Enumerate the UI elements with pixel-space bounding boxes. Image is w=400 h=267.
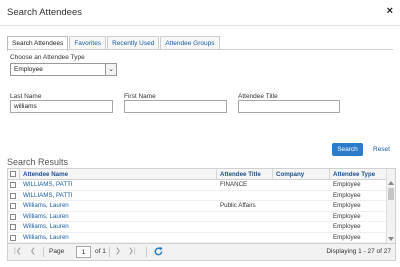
title-divider [0, 25, 400, 26]
last-page-icon[interactable]: ❯| [128, 247, 136, 255]
displaying-count: Displaying 1 - 27 of 27 [326, 248, 391, 255]
table-row[interactable]: Williams, Lauren Employee [8, 233, 386, 243]
company-cell [273, 180, 276, 190]
select-all-checkbox[interactable] [10, 171, 16, 177]
table-row[interactable]: Williams, Lauren Employee [8, 222, 386, 233]
tab-favorites[interactable]: Favorites [69, 36, 107, 50]
row-checkbox[interactable] [10, 192, 16, 199]
pager-separator [109, 247, 110, 257]
attendee-type-select[interactable]: Employee ⌄ [10, 63, 117, 76]
tab-attendee-groups[interactable]: Attendee Groups [160, 36, 220, 50]
prev-page-icon[interactable]: ❮ [30, 247, 36, 255]
company-cell [273, 222, 276, 232]
attendee-title-cell [217, 212, 220, 222]
row-checkbox[interactable] [10, 234, 16, 241]
scroll-up-icon[interactable] [388, 181, 394, 185]
attendee-name-link[interactable]: Williams, Lauren [20, 201, 69, 211]
attendee-title-cell: Public Affairs [220, 202, 256, 209]
attendee-type-label: Choose an Attendee Type [10, 54, 85, 61]
scroll-down-icon[interactable] [388, 237, 394, 241]
page-count-label: of 1 [95, 248, 106, 255]
row-checkbox[interactable] [10, 203, 16, 209]
attendee-name-link[interactable]: Williams, Lauren [20, 212, 69, 222]
attendee-type-cell: Employee [333, 223, 361, 230]
row-checkbox[interactable] [10, 224, 16, 230]
attendee-type-value: Employee [14, 66, 43, 73]
attendee-type-cell: Employee [333, 212, 361, 220]
refresh-icon[interactable] [153, 246, 164, 257]
last-name-input[interactable]: williams [10, 100, 113, 113]
select-all-cell [8, 169, 20, 180]
attendee-title-cell [217, 222, 220, 232]
row-checkbox[interactable] [10, 213, 16, 220]
search-results-title: Search Results [7, 157, 69, 167]
first-page-icon[interactable]: |❮ [14, 247, 22, 255]
attendee-title-cell [217, 191, 220, 201]
table-row[interactable]: Williams, Lauren Public Affairs Employee [8, 201, 386, 212]
company-cell [273, 212, 276, 222]
scrollbar-thumb[interactable] [388, 188, 394, 200]
table-row[interactable]: WILLIAMS, PATTI Employee [8, 191, 386, 201]
attendee-title-cell [217, 233, 220, 243]
dialog-title: Search Attendees [7, 7, 82, 18]
next-page-icon[interactable]: ❯ [115, 247, 121, 255]
last-name-label: Last Name [10, 93, 42, 100]
col-attendee-name[interactable]: Attendee Name [20, 169, 217, 180]
search-button[interactable]: Search [332, 143, 363, 156]
attendee-type-cell: Employee [333, 191, 361, 199]
tab-underline [7, 49, 393, 50]
company-cell [273, 233, 276, 243]
pager-separator [146, 247, 147, 257]
table-row[interactable]: Williams, Lauren Employee [8, 212, 386, 222]
attendee-title-cell: FINANCE [220, 181, 248, 188]
col-attendee-title[interactable]: Attendee Title [217, 169, 273, 180]
first-name-label: First Name [124, 93, 156, 100]
page-number-input[interactable]: 1 [76, 246, 91, 258]
attendee-type-cell: Employee [333, 233, 361, 241]
attendee-type-cell: Employee [333, 181, 361, 188]
attendee-name-link[interactable]: WILLIAMS, PATTI [20, 180, 73, 190]
row-checkbox[interactable] [10, 182, 16, 188]
chevron-down-icon[interactable]: ⌄ [105, 64, 116, 75]
attendee-name-link[interactable]: Williams, Lauren [20, 222, 69, 232]
attendee-name-link[interactable]: WILLIAMS, PATTI [20, 191, 73, 201]
vertical-scrollbar[interactable] [386, 169, 395, 243]
grid-header: Attendee Name Attendee Title Company Att… [8, 169, 386, 180]
col-company[interactable]: Company [273, 169, 330, 180]
pager-separator [43, 247, 44, 257]
close-icon[interactable]: × [387, 5, 393, 17]
first-name-input[interactable] [124, 100, 227, 113]
col-attendee-type[interactable]: Attendee Type [330, 169, 388, 180]
pagination-toolbar: |❮ ❮ Page 1 of 1 ❯ ❯| Displaying 1 - 27 … [7, 244, 396, 261]
company-cell [273, 191, 276, 201]
tab-recently-used[interactable]: Recently Used [107, 36, 160, 50]
attendee-name-link[interactable]: Williams, Lauren [20, 233, 69, 243]
reset-link[interactable]: Reset [373, 146, 390, 153]
page-label: Page [49, 248, 65, 255]
attendee-title-label: Attendee Title [238, 93, 278, 100]
company-cell [273, 201, 276, 211]
table-row[interactable]: WILLIAMS, PATTI FINANCE Employee [8, 180, 386, 191]
attendee-title-input[interactable] [238, 100, 340, 113]
results-grid: Attendee Name Attendee Title Company Att… [7, 168, 396, 244]
attendee-type-cell: Employee [333, 202, 361, 209]
